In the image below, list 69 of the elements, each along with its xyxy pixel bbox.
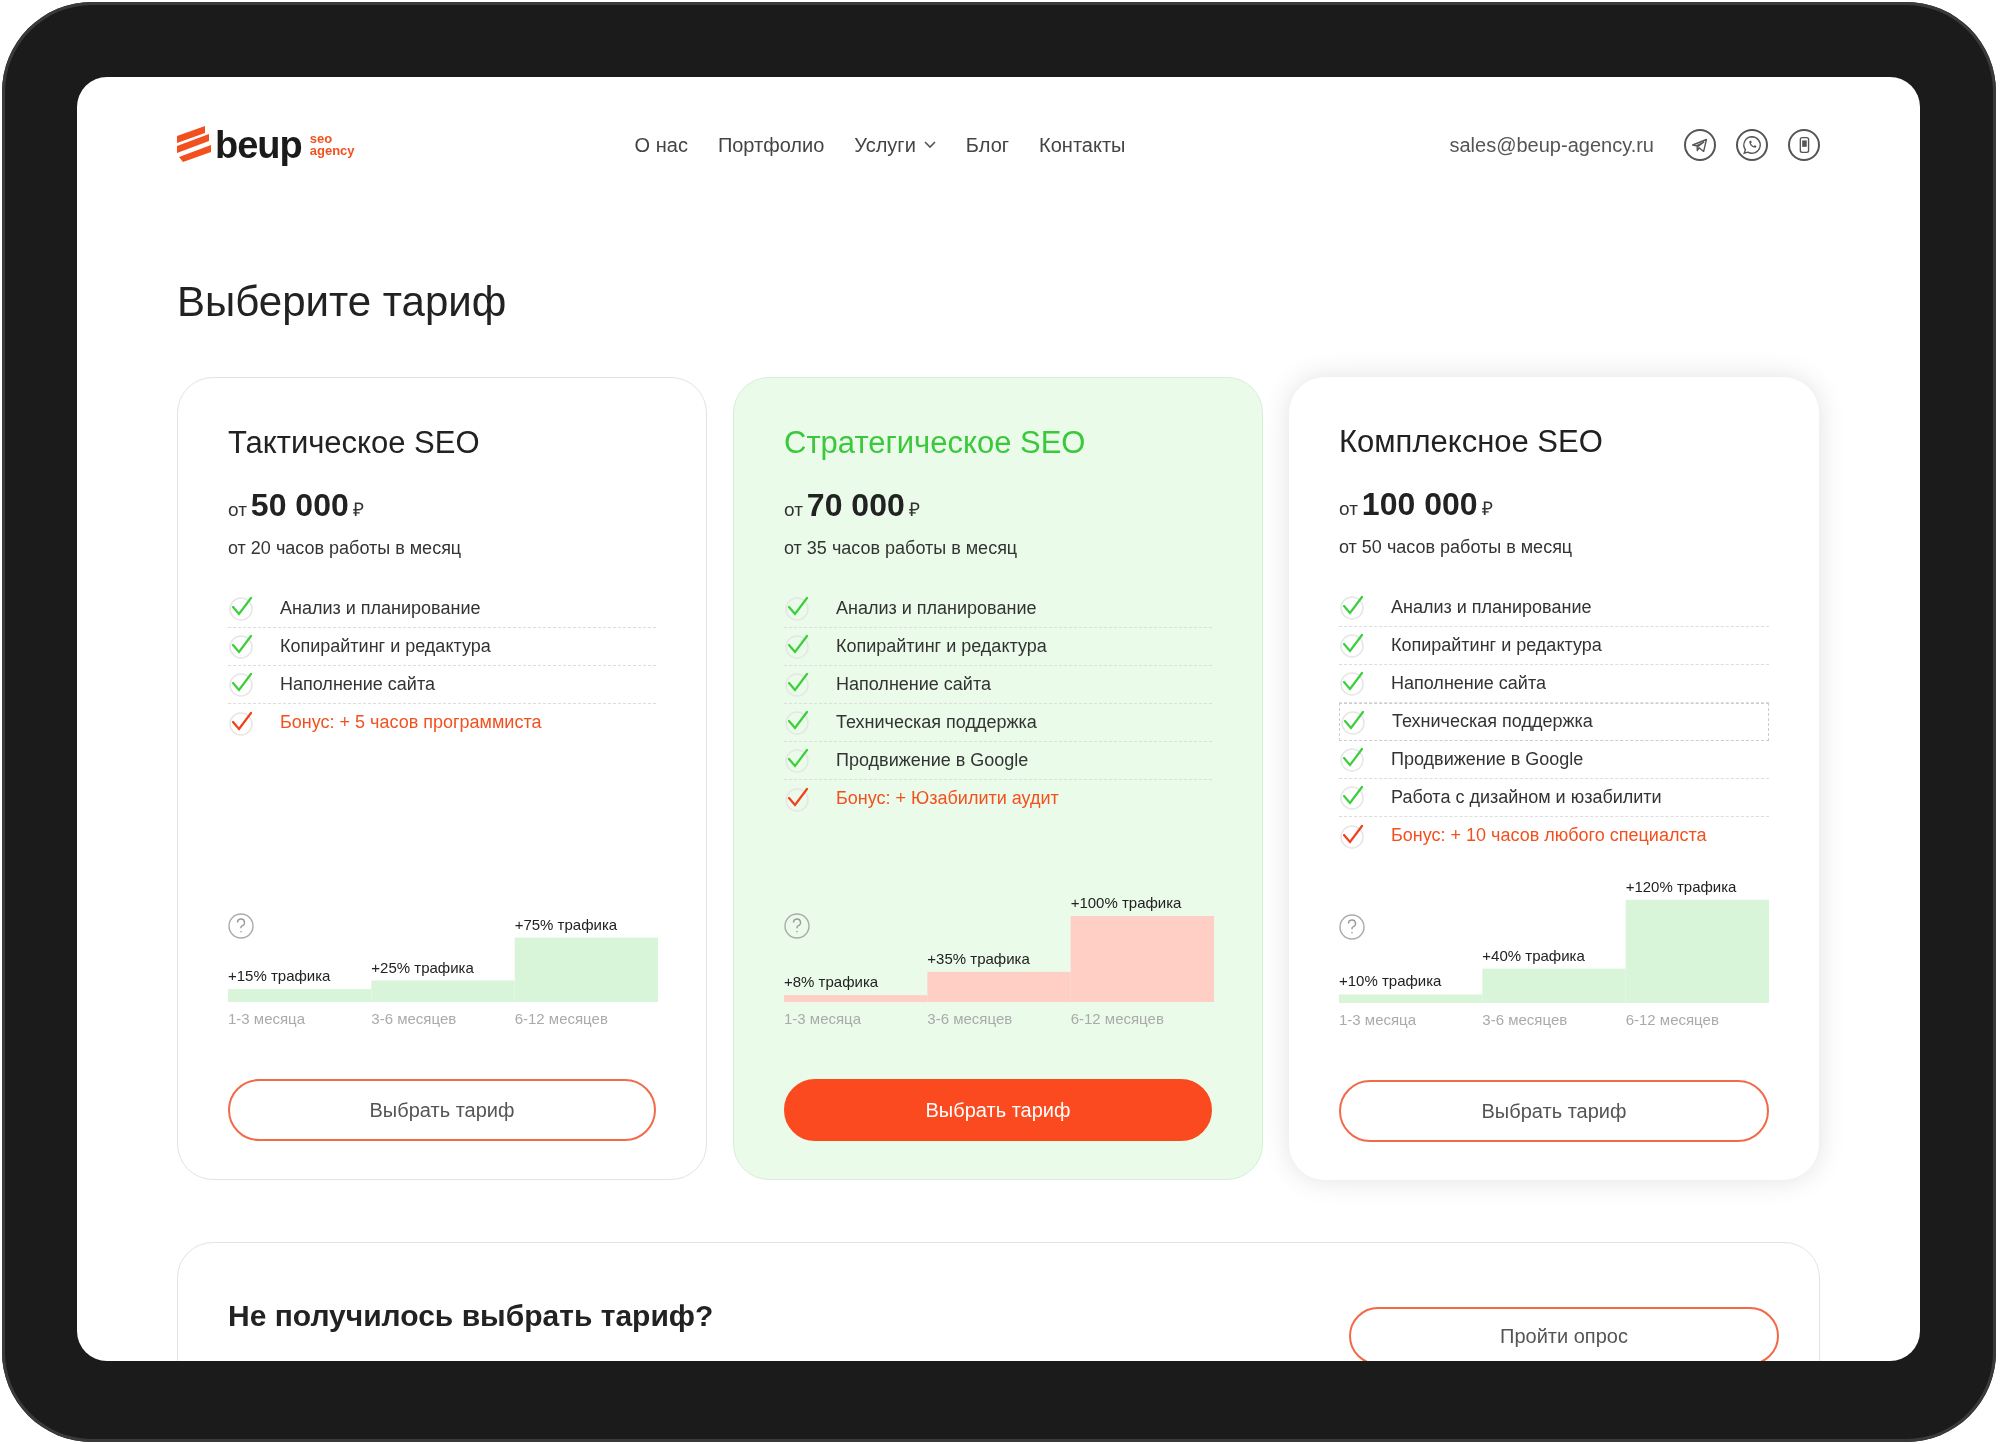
plan-hours: от 20 часов работы в месяц (228, 536, 463, 560)
feature-text: Продвижение в Google (836, 748, 1029, 772)
nav-link[interactable]: Портфолио (717, 130, 825, 160)
survey-button[interactable]: Пройти опрос (1349, 1307, 1779, 1361)
price-prefix: от (228, 497, 247, 522)
feature-text: Анализ и планирование (836, 596, 1037, 620)
bar-label: +8% трафика (784, 973, 879, 991)
logo-wordmark: beup (215, 126, 302, 164)
price-prefix: от (1339, 496, 1358, 521)
feature-text: Анализ и планирование (1391, 595, 1592, 619)
feature-text: Бонус: + 10 часов любого специалста (1391, 824, 1707, 848)
logo-icon (177, 126, 211, 164)
telegram-button[interactable] (1684, 129, 1716, 161)
axis-label: 3-6 месяцев (371, 1010, 457, 1028)
survey-title: Не получилось выбрать тариф? (228, 1298, 714, 1335)
price-prefix: от (784, 497, 803, 522)
plan-title: Стратегическое SEO (784, 424, 1087, 463)
nav-link[interactable]: О нас (634, 130, 688, 160)
bar-label: +40% трафика (1482, 947, 1585, 964)
axis-label: 1-3 месяца (784, 1010, 862, 1028)
nav-link[interactable]: Блог (965, 130, 1010, 160)
axis-label: 3-6 месяцев (1482, 1011, 1568, 1029)
bar-label: +10% трафика (1339, 972, 1442, 990)
page-title: Выберите тариф (177, 277, 508, 327)
axis-label: 6-12 месяцев (1625, 1011, 1719, 1029)
feature-text: Работа с дизайном и юзабилити (1391, 785, 1662, 809)
plan-title: Комплексное SEO (1339, 423, 1604, 462)
feature-text: Техническая поддержка (1392, 710, 1593, 734)
currency-sign: ₽ (908, 497, 920, 522)
feature-text: Анализ и планирование (280, 596, 481, 620)
axis-label: 3-6 месяцев (927, 1010, 1013, 1028)
email-link[interactable]: sales@beup-agency.ru (1449, 130, 1654, 160)
currency-sign: ₽ (1481, 496, 1493, 521)
nav-link[interactable]: Контакты (1039, 130, 1126, 160)
whatsapp-button[interactable] (1736, 129, 1768, 161)
feature-text: Копирайтинг и редактура (836, 634, 1047, 658)
axis-label: 6-12 месяцев (1070, 1010, 1164, 1028)
axis-label: 6-12 месяцев (514, 1010, 608, 1028)
plan-price: 70 000 (806, 485, 905, 525)
axis-label: 1-3 месяца (1339, 1011, 1417, 1029)
feature-text: Наполнение сайта (836, 672, 991, 696)
nav-link[interactable]: Услуги (854, 130, 936, 160)
bar-label: +75% трафика (514, 915, 618, 933)
logo-tagline: agency (309, 145, 355, 157)
bar-label: +35% трафика (927, 950, 1030, 968)
select-plan-button[interactable]: Выбрать тариф (1339, 1080, 1769, 1143)
phone-button[interactable] (1788, 129, 1820, 161)
feature-text: Бонус: + 5 часов программиста (280, 711, 542, 735)
axis-label: 1-3 месяца (228, 1010, 306, 1028)
feature-text: Техническая поддержка (836, 710, 1037, 734)
bar-label: +120% трафика (1625, 878, 1737, 896)
feature-text: Копирайтинг и редактура (280, 634, 491, 658)
bar-label: +25% трафика (371, 958, 474, 976)
bar-label: +15% трафика (228, 967, 331, 985)
select-plan-button[interactable]: Выбрать тариф (228, 1079, 656, 1142)
feature-text: Продвижение в Google (1391, 747, 1584, 771)
whatsapp-icon (1741, 134, 1763, 156)
plan-hours: от 35 часов работы в месяц (784, 536, 1019, 560)
feature-text: Бонус: + Юзабилити аудит (836, 787, 1059, 811)
plan-price: 100 000 (1361, 484, 1478, 524)
logo-tagline: seo (309, 133, 334, 145)
currency-sign: ₽ (352, 497, 364, 522)
feature-text: Наполнение сайта (280, 672, 435, 696)
plan-title: Тактическое SEO (228, 424, 481, 463)
bar-label: +100% трафика (1070, 894, 1182, 912)
plan-hours: от 50 часов работы в месяц (1339, 535, 1574, 559)
feature-text: Копирайтинг и редактура (1391, 633, 1602, 657)
plan-price: 50 000 (250, 485, 349, 525)
feature-text: Наполнение сайта (1391, 671, 1546, 695)
